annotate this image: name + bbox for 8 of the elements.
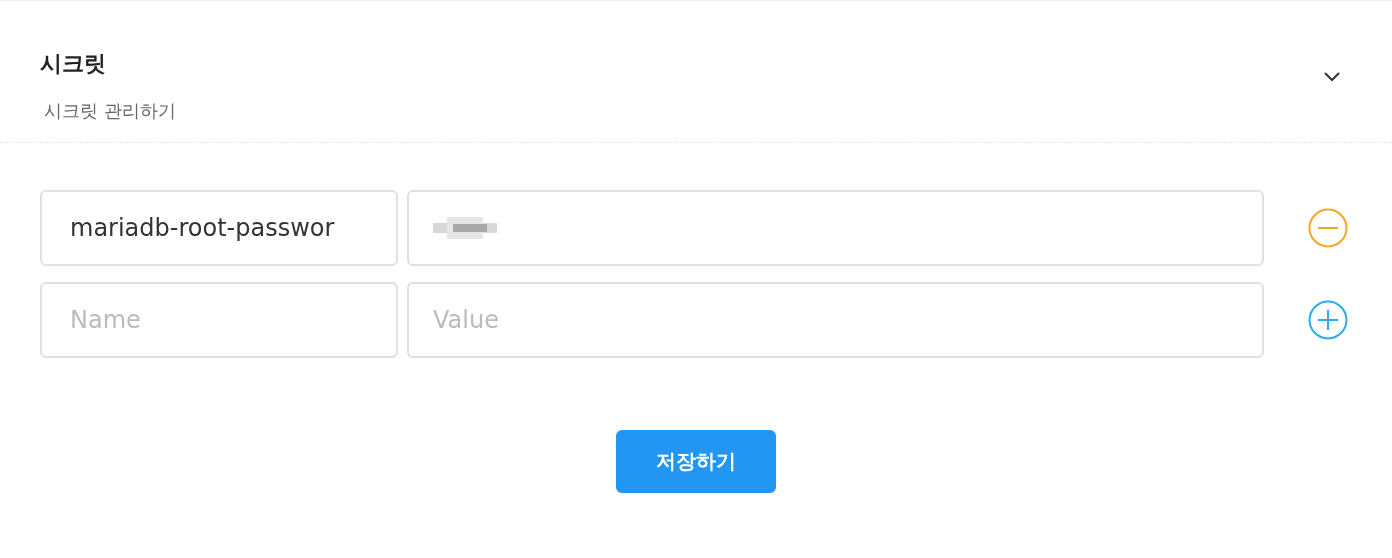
value-field[interactable]: Value bbox=[407, 282, 1264, 358]
add-icon[interactable] bbox=[1308, 300, 1348, 340]
name-field[interactable]: mariadb-root-passwor bbox=[40, 190, 398, 266]
name-field[interactable]: Name bbox=[40, 282, 398, 358]
value-field[interactable] bbox=[407, 190, 1264, 266]
remove-icon[interactable] bbox=[1308, 208, 1348, 248]
section-title: 시크릿 bbox=[40, 49, 107, 78]
section-subtitle: 시크릿 관리하기 bbox=[43, 98, 176, 123]
